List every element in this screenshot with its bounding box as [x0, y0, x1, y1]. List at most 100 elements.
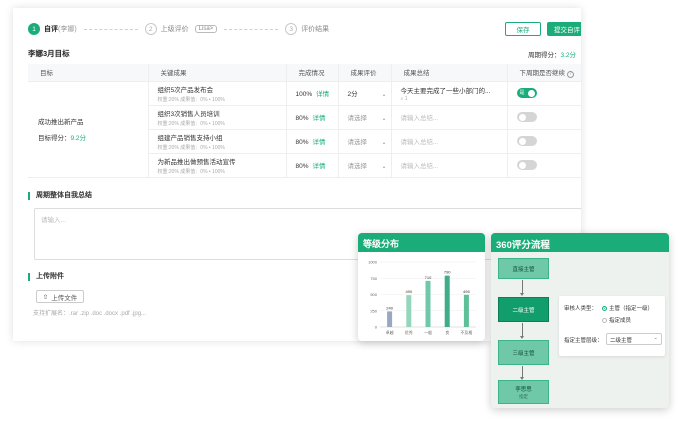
- radio-selected-icon: [602, 306, 607, 312]
- completion-cell: 80% 详情: [286, 129, 339, 154]
- chevron-down-icon: ⌄: [381, 140, 387, 146]
- flow-node-direct-manager[interactable]: 直接主管: [498, 258, 549, 279]
- completion-value: 80%: [295, 139, 309, 146]
- goal-cell: 成功推出新产品 目标得分：9.2分: [28, 81, 149, 178]
- kr-name: 组织5次产品发布会: [157, 86, 214, 94]
- completion-value: 80%: [295, 163, 309, 170]
- continue-toggle[interactable]: [516, 136, 537, 146]
- step-label: 评价结果: [301, 26, 330, 33]
- y-tick-label: 0: [375, 325, 378, 330]
- upload-hint: 支持扩展名：.rar .zip .doc .docx .pdf .jpg...: [33, 311, 147, 317]
- goal-name: 成功推出新产品: [38, 119, 84, 126]
- step-label: 上级评价: [160, 26, 189, 33]
- detail-link[interactable]: 详情: [313, 163, 326, 170]
- submit-self-review-button[interactable]: 提交自评: [547, 22, 581, 36]
- flow-node-third-manager[interactable]: 三级主管: [498, 340, 549, 365]
- chevron-down-icon: ⌄: [653, 335, 658, 341]
- grade-distribution-chart: 0 250 500 750 1000 240 卓越 490 优秀 710 一般 790 良 495 不及格: [368, 260, 476, 335]
- rating-placeholder: 请选择: [347, 115, 368, 122]
- x-tick-label: 优秀: [405, 329, 413, 335]
- col-header-summary: 成果总结: [391, 64, 508, 82]
- flow-node-second-manager[interactable]: 二级主管: [498, 297, 549, 322]
- step-manager-review[interactable]: 2 上级评价 Lisa>: [144, 23, 218, 35]
- okr-table: 目标 关键成果 完成情况 成果评价 成果总结 下周期是否继续 ? 成功推出新产品…: [28, 64, 581, 178]
- rating-placeholder: 请选择: [347, 163, 368, 170]
- rating-select[interactable]: 请选择 ⌄: [338, 153, 392, 178]
- y-tick-label: 500: [370, 292, 377, 297]
- col-header-key-results: 关键成果: [148, 64, 287, 82]
- kr-cell: 为新品推出做预售活动宣传 权重:20% 成果值：0% • 100%: [148, 153, 287, 178]
- kr-meta: 权重:20% 成果值：0% • 100%: [157, 144, 225, 151]
- rating-value: 2分: [347, 91, 358, 98]
- page-title: 李娜3月目标: [28, 49, 70, 58]
- manager-level-select[interactable]: 二级主管 ⌄: [606, 333, 662, 345]
- radio-designated-member[interactable]: 指定成员: [602, 316, 631, 324]
- bar-value-label: 495: [463, 289, 470, 294]
- continue-toggle[interactable]: [516, 160, 537, 170]
- save-button[interactable]: 保存: [505, 22, 541, 36]
- section-title-attachments: 上传附件: [28, 273, 64, 281]
- attachment-indicator[interactable]: ⌕ 1: [401, 96, 507, 102]
- table-header-row: 目标 关键成果 完成情况 成果评价 成果总结 下周期是否继续 ?: [28, 64, 581, 82]
- summary-input[interactable]: 今天主要完成了一些小部门的... ⌕ 1: [391, 81, 508, 106]
- y-tick-label: 250: [370, 308, 377, 313]
- step-number: 2: [144, 23, 157, 35]
- col-header-completion: 完成情况: [286, 64, 339, 82]
- continue-toggle[interactable]: 是: [516, 88, 537, 98]
- detail-link[interactable]: 详情: [313, 139, 326, 146]
- paperclip-icon: ⌕: [400, 95, 404, 102]
- summary-placeholder: 请输入总结...: [400, 139, 439, 146]
- continue-cell: [507, 105, 581, 130]
- bar: [425, 280, 431, 327]
- detail-link[interactable]: 详情: [313, 115, 326, 122]
- rating-placeholder: 请选择: [347, 139, 368, 146]
- col-header-rating: 成果评价: [338, 64, 392, 82]
- kr-cell: 组织3次销售人员培训 权重:20% 成果值：0% • 100%: [148, 105, 287, 130]
- bar-value-label: 790: [444, 270, 451, 275]
- step-result[interactable]: 3 评价结果: [285, 23, 329, 35]
- continue-cell: 是: [507, 81, 581, 106]
- flow-arrow: [520, 323, 524, 339]
- step-divider: [83, 28, 138, 30]
- upload-file-button[interactable]: ⇧ 上传文件: [36, 290, 84, 303]
- rating-select[interactable]: 请选择 ⌄: [338, 105, 392, 130]
- manager-level-label: 指定主管层级：: [564, 338, 603, 344]
- completion-cell: 80% 详情: [286, 153, 339, 178]
- rating-select[interactable]: 2分 ⌄: [338, 81, 392, 106]
- summary-input[interactable]: 请输入总结...: [391, 105, 508, 130]
- goal-score: 目标得分：9.2分: [38, 135, 87, 142]
- continue-toggle[interactable]: [516, 112, 537, 122]
- completion-cell: 100% 详情: [286, 81, 339, 106]
- reviewer-tag[interactable]: Lisa>: [194, 25, 218, 33]
- bar-value-label: 490: [405, 289, 412, 294]
- flow-node-designated-member[interactable]: 李思思 指定: [498, 380, 549, 404]
- summary-text: 今天主要完成了一些小部门的...: [400, 87, 491, 95]
- continue-cell: [507, 129, 581, 154]
- completion-cell: 80% 详情: [286, 105, 339, 130]
- col-header-goal: 目标: [28, 64, 149, 82]
- summary-input[interactable]: 请输入总结...: [391, 129, 508, 154]
- section-title-self-summary: 周期整体自我总结: [28, 192, 92, 200]
- continue-cell: [507, 153, 581, 178]
- rating-select[interactable]: 请选择 ⌄: [338, 129, 392, 154]
- step-self-review[interactable]: 1 自评(李娜): [28, 23, 77, 35]
- kr-name: 组建产品销售支持小组: [157, 134, 223, 142]
- y-tick-label: 750: [370, 276, 377, 281]
- kr-name: 为新品推出做预售活动宣传: [157, 158, 236, 166]
- bar: [444, 275, 450, 327]
- help-icon[interactable]: ?: [566, 70, 574, 78]
- kr-meta: 权重:20% 成果值：0% • 100%: [157, 168, 225, 175]
- bar-value-label: 710: [425, 275, 432, 280]
- kr-cell: 组建产品销售支持小组 权重:20% 成果值：0% • 100%: [148, 129, 287, 154]
- flow-arrow: [520, 366, 524, 380]
- summary-input[interactable]: 请输入总结...: [391, 153, 508, 178]
- detail-link[interactable]: 详情: [316, 91, 329, 98]
- flow-panel-title: 360评分流程: [491, 233, 669, 252]
- kr-meta: 权重:20% 成果值：0% • 100%: [157, 96, 225, 103]
- radio-supervisor[interactable]: 主管（指定一级）: [602, 304, 653, 312]
- grade-panel-title: 等级分布: [358, 233, 485, 252]
- summary-placeholder: 请输入总结...: [400, 115, 439, 122]
- upload-icon: ⇧: [42, 293, 49, 301]
- approver-settings: 审核人类型： 主管（指定一级） 指定成员 指定主管层级： 二级主管 ⌄: [559, 296, 665, 356]
- x-tick-label: 卓越: [386, 329, 394, 335]
